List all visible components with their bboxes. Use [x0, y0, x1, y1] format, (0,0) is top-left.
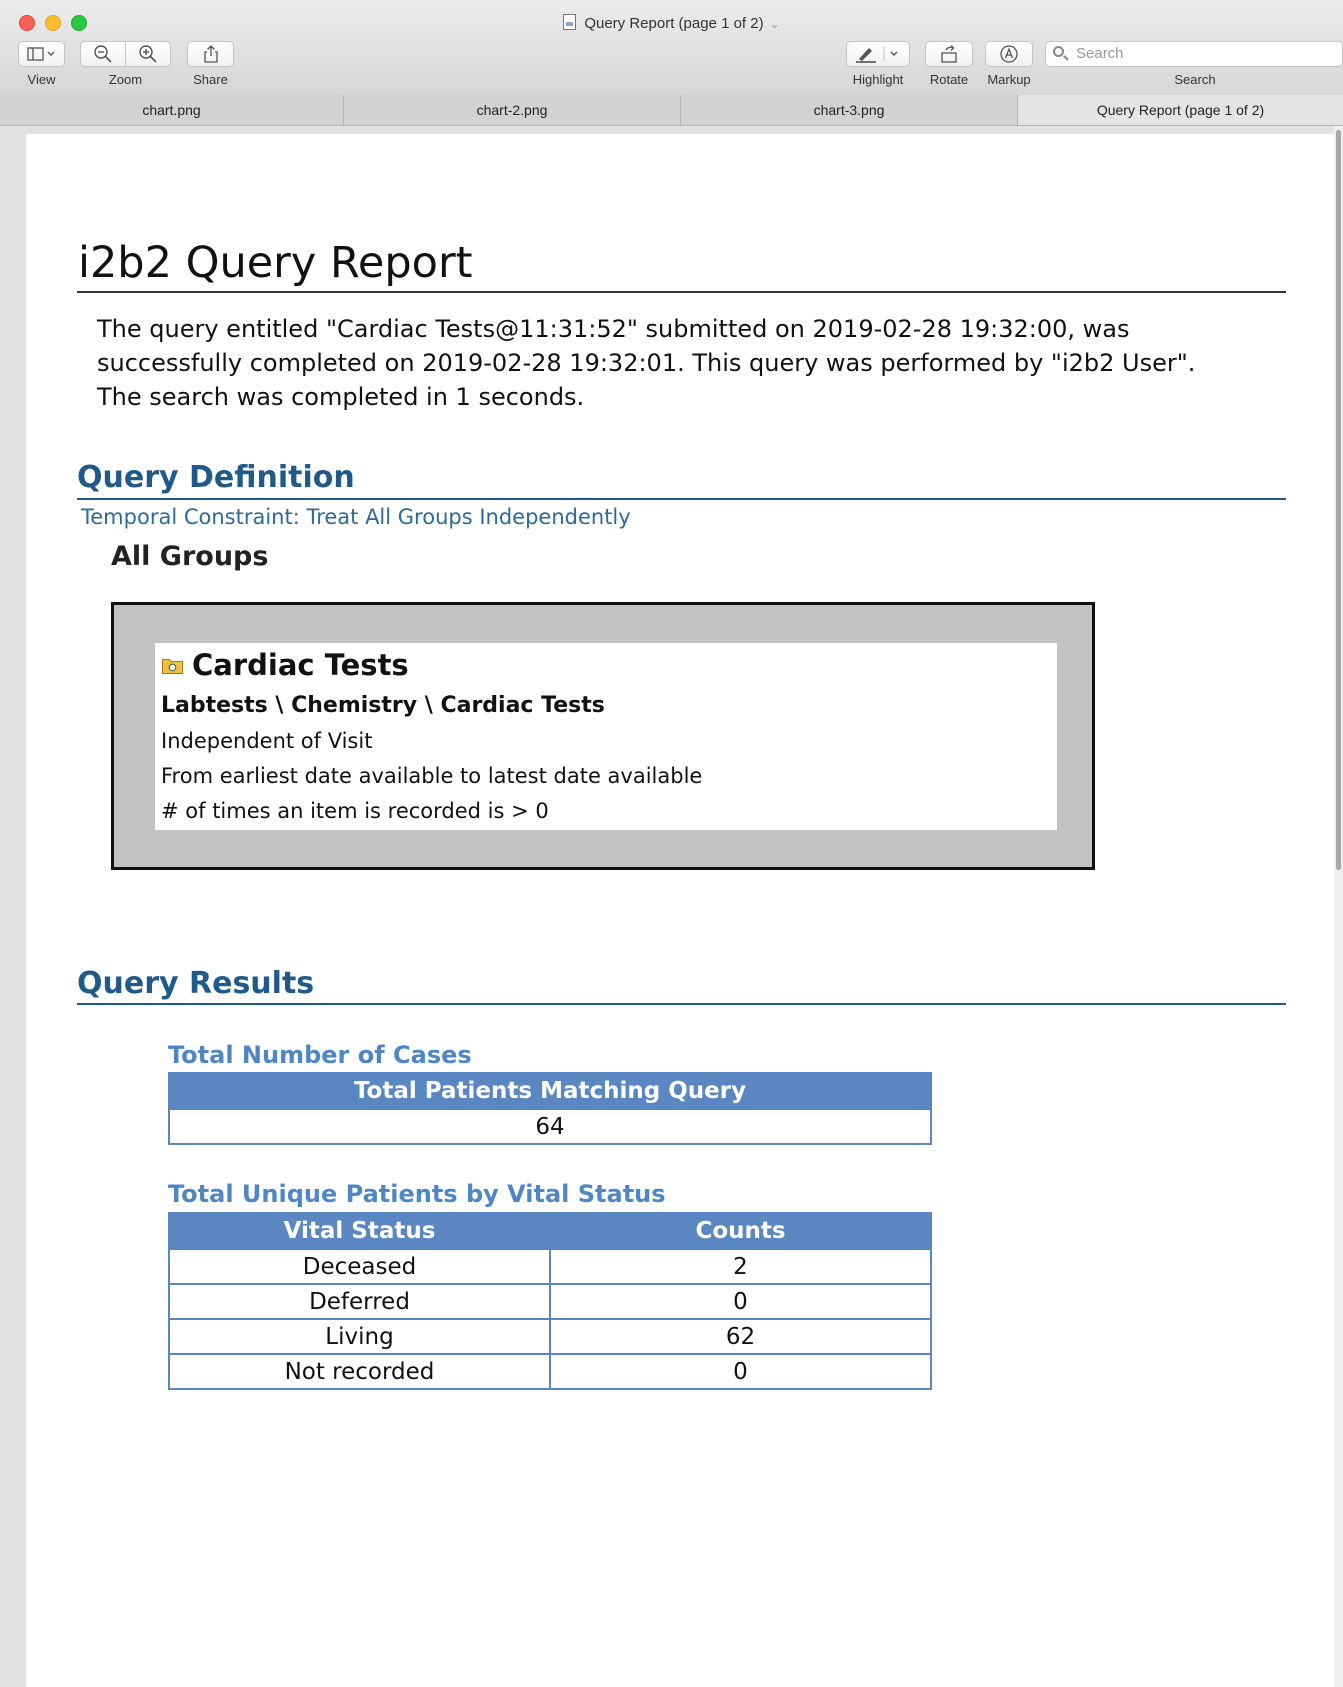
- document-icon: [563, 14, 577, 30]
- scrollbar-thumb[interactable]: [1336, 130, 1341, 870]
- view-button[interactable]: [18, 41, 65, 67]
- window-title-text: Query Report (page 1 of 2): [584, 15, 764, 32]
- vital-status-cell: Not recorded: [168, 1353, 551, 1390]
- table-row: Living 62: [168, 1318, 932, 1355]
- report-intro: The query entitled "Cardiac Tests@11:31:…: [97, 315, 1196, 411]
- search-label: Search: [1174, 72, 1216, 87]
- temporal-constraint: Temporal Constraint: Treat All Groups In…: [81, 505, 631, 529]
- total-cases-table: Total Patients Matching Query 64: [168, 1072, 932, 1145]
- zoom-out-icon: [94, 45, 112, 63]
- tab-bar: chart.png chart-2.png chart-3.png Query …: [0, 95, 1343, 126]
- markup-icon: [1000, 45, 1018, 63]
- tab-chart-2[interactable]: chart-2.png: [344, 95, 681, 125]
- query-definition-heading: Query Definition: [77, 460, 355, 495]
- table-row: Deceased 2: [168, 1248, 932, 1285]
- rotate-icon: [941, 45, 957, 63]
- concept-title: Cardiac Tests: [192, 648, 409, 682]
- share-label: Share: [193, 72, 228, 87]
- rotate-label: Rotate: [929, 72, 969, 87]
- concept-date-range: From earliest date available to latest d…: [161, 764, 703, 788]
- concept-occurrence: # of times an item is recorded is > 0: [161, 799, 549, 823]
- vital-status-cell: Deceased: [168, 1248, 551, 1285]
- titlebar: Query Report (page 1 of 2) ⌄ View Zoom Sh…: [0, 0, 1343, 96]
- total-cases-column-header: Total Patients Matching Query: [168, 1072, 932, 1110]
- markup-button[interactable]: [985, 41, 1033, 67]
- count-cell: 0: [549, 1353, 932, 1390]
- zoom-out-button[interactable]: [80, 41, 126, 67]
- all-groups-heading: All Groups: [111, 541, 269, 572]
- share-icon: [203, 45, 218, 63]
- vital-status-column-header: Vital Status: [168, 1212, 551, 1250]
- concept-path: Labtests \ Chemistry \ Cardiac Tests: [161, 693, 605, 718]
- zoom-in-icon: [139, 45, 157, 63]
- share-button[interactable]: [187, 41, 234, 67]
- counts-column-header: Counts: [549, 1212, 932, 1250]
- tab-query-report[interactable]: Query Report (page 1 of 2): [1018, 95, 1343, 125]
- total-cases-heading: Total Number of Cases: [168, 1041, 472, 1069]
- total-cases-value: 64: [168, 1108, 932, 1145]
- vital-status-cell: Living: [168, 1318, 551, 1355]
- count-cell: 0: [549, 1283, 932, 1320]
- view-label: View: [27, 72, 56, 87]
- concept-visit: Independent of Visit: [161, 729, 373, 753]
- title-divider: [77, 291, 1286, 293]
- folder-icon: [162, 659, 183, 674]
- count-cell: 2: [549, 1248, 932, 1285]
- results-divider: [77, 1003, 1286, 1005]
- search-input[interactable]: Search: [1045, 41, 1343, 67]
- search-icon: [1053, 46, 1064, 57]
- preview-window: Query Report (page 1 of 2) ⌄ View Zoom Sh…: [0, 0, 1343, 1687]
- table-row: Deferred 0: [168, 1283, 932, 1320]
- markup-label: Markup: [987, 72, 1031, 87]
- zoom-in-button[interactable]: [125, 41, 171, 67]
- chevron-down-icon: ⌄: [769, 17, 780, 31]
- definition-divider: [77, 498, 1286, 500]
- report-title: i2b2 Query Report: [78, 238, 473, 288]
- window-title[interactable]: Query Report (page 1 of 2) ⌄: [0, 14, 1343, 32]
- highlighter-icon: [856, 46, 898, 63]
- tab-chart[interactable]: chart.png: [0, 95, 344, 125]
- tab-chart-3[interactable]: chart-3.png: [681, 95, 1018, 125]
- sidebar-icon: [26, 47, 54, 61]
- rotate-button[interactable]: [925, 41, 973, 67]
- highlight-button[interactable]: [846, 41, 910, 67]
- vital-status-heading: Total Unique Patients by Vital Status: [168, 1180, 666, 1208]
- vital-status-cell: Deferred: [168, 1283, 551, 1320]
- zoom-label: Zoom: [108, 72, 143, 87]
- query-results-heading: Query Results: [77, 966, 315, 1001]
- highlight-label: Highlight: [852, 72, 904, 87]
- table-row: Not recorded 0: [168, 1353, 932, 1390]
- vital-status-table: Vital Status Counts Deceased 2 Deferred …: [168, 1212, 932, 1390]
- count-cell: 62: [549, 1318, 932, 1355]
